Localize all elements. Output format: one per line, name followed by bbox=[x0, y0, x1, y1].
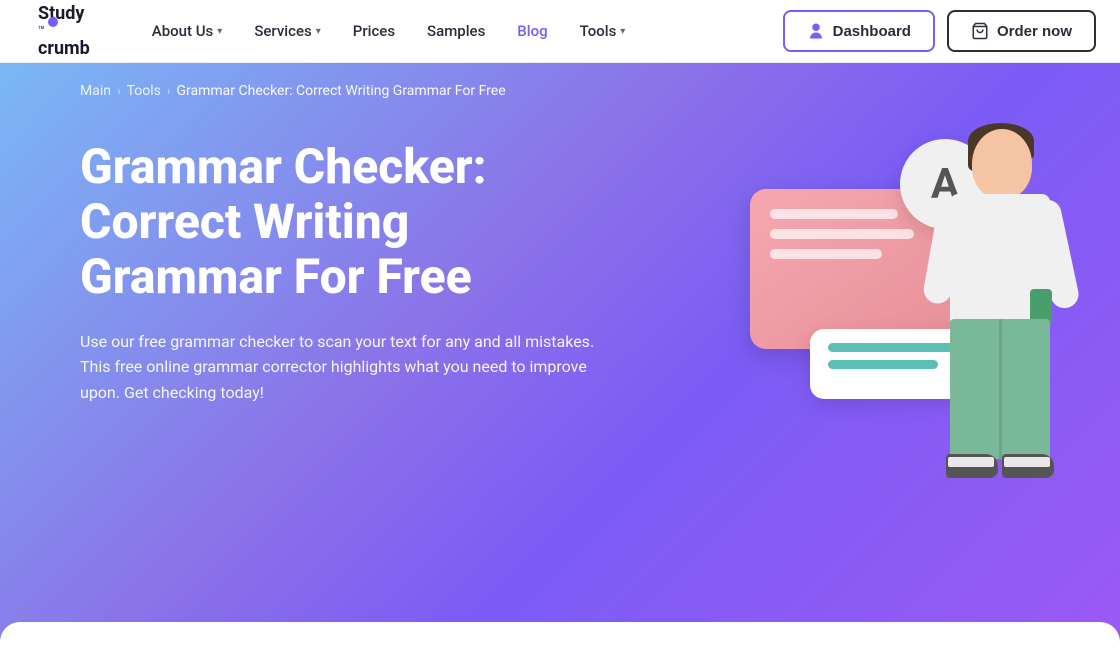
cart-icon bbox=[971, 22, 989, 40]
logo[interactable]: Study™ crumb bbox=[24, 3, 90, 59]
logo-name-line1: Study™ bbox=[38, 3, 90, 38]
hero-illustration: A bbox=[640, 63, 1120, 639]
breadcrumb-main[interactable]: Main bbox=[80, 83, 111, 99]
hero-description: Use our free grammar checker to scan you… bbox=[80, 329, 600, 406]
header: Study™ crumb About Us ▾ Services ▾ Price… bbox=[0, 0, 1120, 63]
chevron-down-icon: ▾ bbox=[217, 26, 222, 37]
header-actions: Dashboard Order now bbox=[783, 10, 1096, 52]
user-icon bbox=[807, 22, 825, 40]
hero-content: Grammar Checker: Correct Writing Grammar… bbox=[0, 119, 1120, 465]
person-head bbox=[972, 129, 1032, 199]
illustration-scene: A bbox=[670, 109, 1090, 589]
order-now-button[interactable]: Order now bbox=[947, 10, 1096, 52]
breadcrumb-tools[interactable]: Tools bbox=[127, 83, 161, 99]
hero-title: Grammar Checker: Correct Writing Grammar… bbox=[80, 139, 608, 305]
breadcrumb-separator-1: › bbox=[117, 84, 121, 98]
doc-line-3 bbox=[770, 249, 882, 259]
doc-line-2 bbox=[770, 229, 914, 239]
nav-item-services[interactable]: Services ▾ bbox=[240, 14, 334, 48]
nav-item-samples[interactable]: Samples bbox=[413, 14, 499, 48]
bottom-peek bbox=[0, 622, 1120, 652]
person-shoe-stripe-left bbox=[948, 457, 994, 467]
chevron-down-icon: ▾ bbox=[316, 26, 321, 37]
doc-line-1 bbox=[770, 209, 898, 219]
nav-item-blog[interactable]: Blog bbox=[503, 14, 561, 48]
nav-item-prices[interactable]: Prices bbox=[339, 14, 409, 48]
person-pants-divide bbox=[999, 319, 1002, 459]
breadcrumb-separator-2: › bbox=[167, 84, 171, 98]
hero-text: Grammar Checker: Correct Writing Grammar… bbox=[80, 139, 608, 405]
main-nav: About Us ▾ Services ▾ Prices Samples Blo… bbox=[138, 14, 783, 48]
hero-section: Main › Tools › Grammar Checker: Correct … bbox=[0, 63, 1120, 652]
person-shoe-stripe-right bbox=[1004, 457, 1050, 467]
breadcrumb-current: Grammar Checker: Correct Writing Grammar… bbox=[176, 83, 505, 99]
dashboard-button[interactable]: Dashboard bbox=[783, 10, 935, 52]
nav-item-about-us[interactable]: About Us ▾ bbox=[138, 14, 237, 48]
nav-item-tools[interactable]: Tools ▾ bbox=[566, 14, 640, 48]
chevron-down-icon: ▾ bbox=[620, 26, 625, 37]
logo-dot bbox=[48, 17, 58, 27]
person-illustration bbox=[920, 109, 1080, 569]
